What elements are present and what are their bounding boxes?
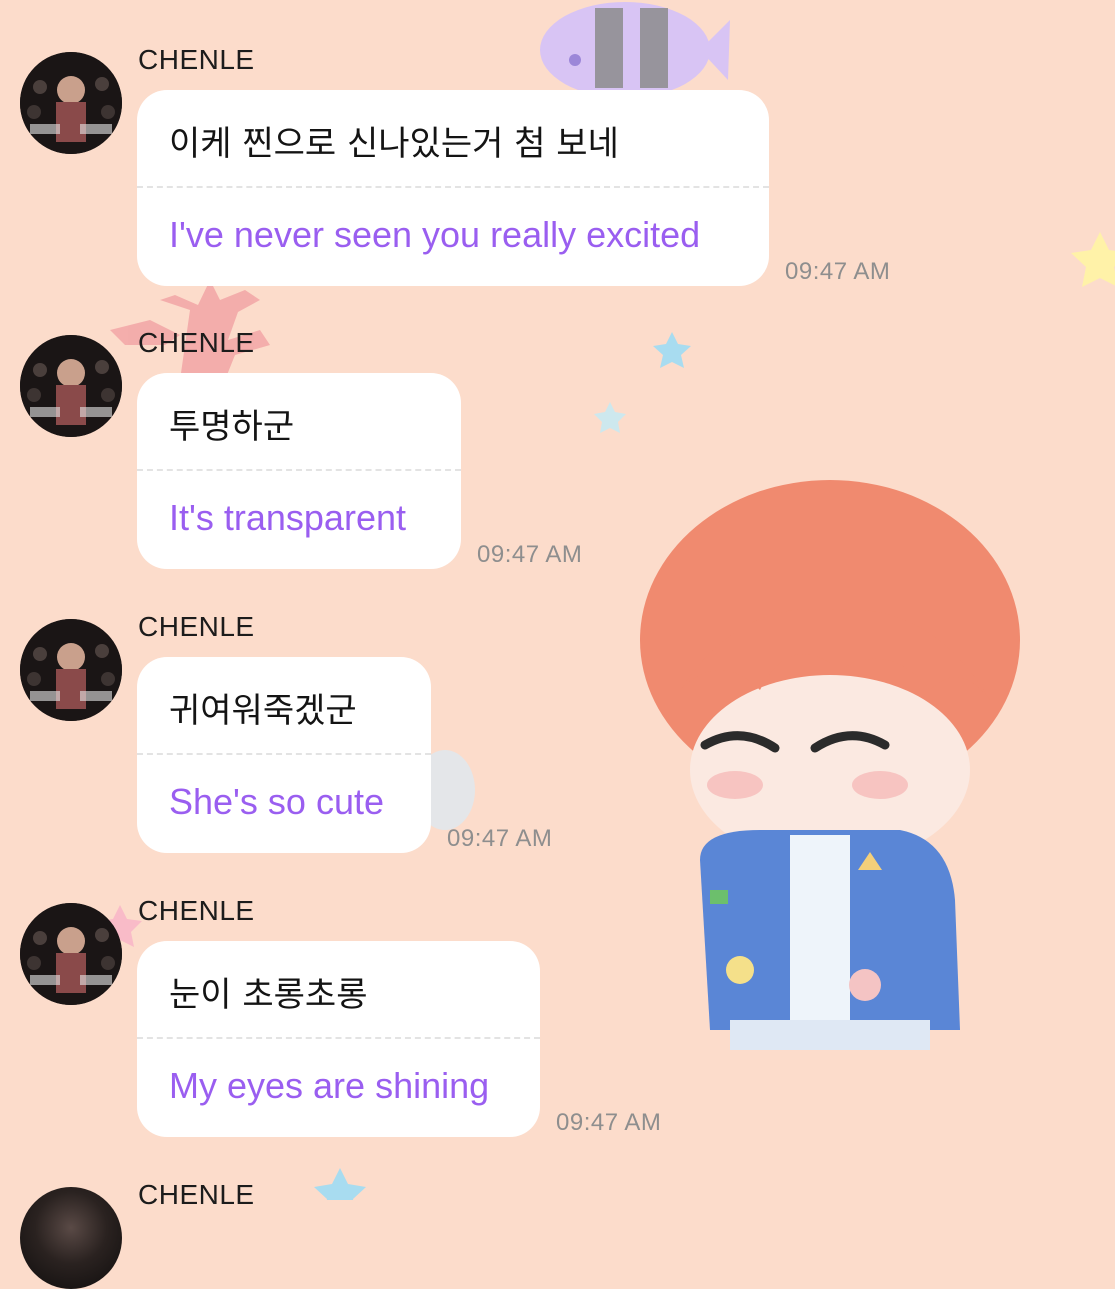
message-bubble[interactable]: 투명하군 It's transparent <box>137 373 461 569</box>
sender-name: CHENLE <box>138 1179 255 1210</box>
chibi-character-sticker <box>640 480 1020 1050</box>
sender-name: CHENLE <box>138 44 255 75</box>
avatar[interactable] <box>20 1187 122 1289</box>
message-bubble[interactable]: 이케 찐으로 신나있는거 첨 보네 I've never seen you re… <box>137 90 769 286</box>
message-bubble[interactable]: 귀여워죽겠군 She's so cute <box>137 657 431 853</box>
avatar-photo-icon <box>20 52 122 154</box>
avatar-photo-icon <box>20 903 122 1005</box>
original-text: 투명하군 <box>169 407 295 447</box>
fish-sticker <box>540 2 730 98</box>
avatar-photo-icon <box>20 335 122 437</box>
avatar[interactable] <box>20 335 122 437</box>
avatar[interactable] <box>20 52 122 154</box>
avatar[interactable] <box>20 619 122 721</box>
timestamp: 09:47 AM <box>556 1109 662 1136</box>
avatar-photo-icon <box>20 619 122 721</box>
translation-divider <box>137 1037 540 1039</box>
sender-name: CHENLE <box>138 327 255 358</box>
sender-name: CHENLE <box>138 895 255 926</box>
avatar[interactable] <box>20 903 122 1005</box>
translated-text: I've never seen you really excited <box>169 214 701 255</box>
timestamp: 09:47 AM <box>785 258 891 285</box>
original-text: 이케 찐으로 신나있는거 첨 보네 <box>169 124 619 164</box>
translation-divider <box>137 469 461 471</box>
message-bubble[interactable]: 눈이 초롱초롱 My eyes are shining <box>137 941 540 1137</box>
translated-text: It's transparent <box>169 497 406 538</box>
sender-name: CHENLE <box>138 611 255 642</box>
timestamp: 09:47 AM <box>447 825 553 852</box>
timestamp: 09:47 AM <box>477 541 583 568</box>
translation-divider <box>137 753 431 755</box>
original-text: 귀여워죽겠군 <box>169 691 357 731</box>
translation-divider <box>137 186 769 188</box>
translated-text: My eyes are shining <box>169 1065 490 1106</box>
original-text: 눈이 초롱초롱 <box>169 975 368 1015</box>
translated-text: She's so cute <box>169 781 384 822</box>
